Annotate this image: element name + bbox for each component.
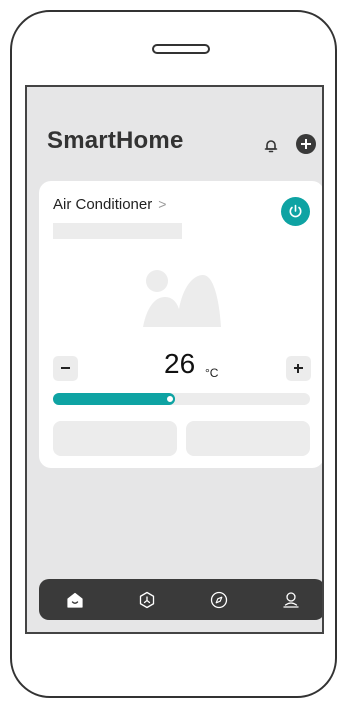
phone-frame: SmartHome Air Conditioner > 26 °C <box>10 10 337 698</box>
app-title: SmartHome <box>47 127 184 154</box>
decrease-temperature-button[interactable] <box>53 356 78 381</box>
nav-discover[interactable] <box>209 590 229 610</box>
mode-tile-right[interactable] <box>186 421 310 456</box>
app-screen: SmartHome Air Conditioner > 26 °C <box>25 85 324 634</box>
temperature-unit: °C <box>205 366 219 380</box>
image-placeholder-icon <box>143 267 221 327</box>
nav-profile[interactable] <box>281 590 301 610</box>
slider-thumb[interactable] <box>165 394 175 404</box>
scenes-icon <box>139 591 155 609</box>
device-subtitle-placeholder <box>53 223 182 239</box>
bell-icon[interactable] <box>263 138 279 154</box>
speaker-slot <box>152 44 210 54</box>
compass-icon <box>210 591 228 609</box>
increase-temperature-button[interactable] <box>286 356 311 381</box>
power-button[interactable] <box>281 197 310 226</box>
device-title-link[interactable]: Air Conditioner > <box>53 196 166 213</box>
power-icon <box>289 204 302 218</box>
bottom-nav <box>39 579 322 620</box>
nav-home[interactable] <box>65 590 85 610</box>
device-title: Air Conditioner <box>53 196 153 213</box>
temperature-slider[interactable] <box>53 393 310 405</box>
chevron-right-icon: > <box>158 196 167 212</box>
temperature-value: 26 <box>164 348 196 379</box>
slider-fill <box>53 393 175 405</box>
device-card: Air Conditioner > 26 °C <box>39 181 322 468</box>
home-icon <box>67 592 83 608</box>
add-device-button[interactable] <box>296 134 316 154</box>
nav-scenes[interactable] <box>137 590 157 610</box>
user-icon <box>283 592 299 608</box>
mode-tile-left[interactable] <box>53 421 177 456</box>
